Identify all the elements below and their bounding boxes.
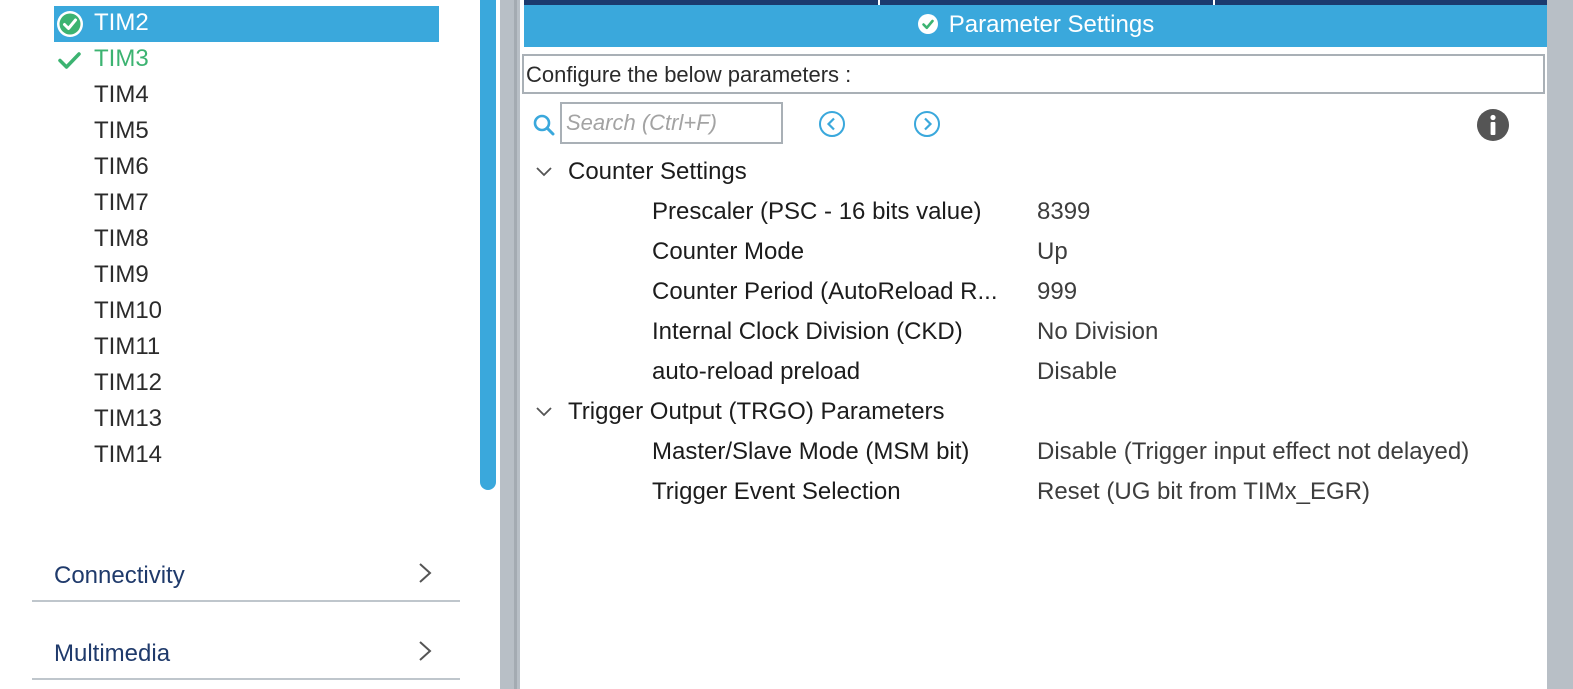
param-name-counter-period: Counter Period (AutoReload R...	[652, 278, 998, 305]
param-name-trigger-event: Trigger Event Selection	[652, 478, 901, 505]
tab-title: Parameter Settings	[948, 11, 1155, 38]
category-connectivity[interactable]: Connectivity	[32, 544, 460, 602]
timer-label: TIM5	[94, 117, 149, 144]
param-name-auto-reload-preload: auto-reload preload	[652, 358, 861, 385]
search-icon	[533, 114, 555, 136]
timer-item-tim12[interactable]: TIM12	[54, 366, 439, 402]
param-value-master-slave-mode[interactable]: Disable (Trigger input effect not delaye…	[1037, 434, 1469, 470]
section-title: Counter Settings	[568, 158, 747, 185]
param-name-master-slave-mode: Master/Slave Mode (MSM bit)	[652, 438, 970, 465]
timer-item-tim13[interactable]: TIM13	[54, 402, 439, 438]
parameter-panel: Parameter Settings Configure the below p…	[520, 0, 1547, 689]
timer-label: TIM10	[94, 297, 163, 324]
sidebar-scrollbar-thumb[interactable]	[480, 0, 496, 490]
timer-item-tim3[interactable]: TIM3	[54, 42, 439, 78]
param-value-trigger-event[interactable]: Reset (UG bit from TIMx_EGR)	[1037, 474, 1370, 510]
section-title: Trigger Output (TRGO) Parameters	[568, 398, 945, 425]
timer-label: TIM7	[94, 189, 149, 216]
splitter[interactable]	[500, 0, 520, 689]
timer-item-tim4[interactable]: TIM4	[54, 78, 439, 114]
right-border	[1547, 0, 1573, 689]
timer-item-tim14[interactable]: TIM14	[54, 438, 439, 474]
configure-label: Configure the below parameters :	[522, 54, 1545, 94]
check-circle-icon	[57, 11, 83, 37]
timer-label: TIM13	[94, 405, 163, 432]
tab-parameter-settings[interactable]: Parameter Settings	[524, 5, 1547, 47]
timer-item-tim11[interactable]: TIM11	[54, 330, 439, 366]
param-value-counter-mode[interactable]: Up	[1037, 234, 1068, 270]
sidebar: TIM2 TIM3 TIM4 TIM5 TIM6 TIM7 TIM8 TIM9 …	[0, 0, 480, 689]
timer-label: TIM9	[94, 261, 149, 288]
checkmark-icon	[58, 52, 81, 69]
timer-item-tim2[interactable]: TIM2	[54, 6, 439, 42]
timer-label: TIM4	[94, 81, 149, 108]
section-counter-settings[interactable]: Counter Settings	[532, 154, 747, 190]
param-name-prescaler: Prescaler (PSC - 16 bits value)	[652, 198, 982, 225]
timer-item-tim10[interactable]: TIM10	[54, 294, 439, 330]
timer-item-tim7[interactable]: TIM7	[54, 186, 439, 222]
arrow-right-circle-icon[interactable]	[913, 110, 941, 138]
timer-item-tim8[interactable]: TIM8	[54, 222, 439, 258]
chevron-right-icon	[419, 641, 432, 661]
timer-item-tim5[interactable]: TIM5	[54, 114, 439, 150]
arrow-left-circle-icon[interactable]	[818, 110, 846, 138]
timer-label: TIM2	[94, 9, 149, 36]
check-circle-icon	[917, 13, 938, 34]
param-value-prescaler[interactable]: 8399	[1037, 194, 1090, 230]
param-name-clock-division: Internal Clock Division (CKD)	[652, 318, 963, 345]
timer-label: TIM6	[94, 153, 149, 180]
category-label: Multimedia	[54, 640, 171, 667]
chevron-down-icon	[536, 407, 552, 417]
timer-label: TIM3	[94, 45, 149, 72]
timer-item-tim9[interactable]: TIM9	[54, 258, 439, 294]
param-value-auto-reload-preload[interactable]: Disable	[1037, 354, 1117, 390]
timer-label: TIM12	[94, 369, 163, 396]
search-input[interactable]	[560, 102, 783, 144]
timer-list: TIM2 TIM3 TIM4 TIM5 TIM6 TIM7 TIM8 TIM9 …	[54, 6, 439, 474]
section-trigger-output[interactable]: Trigger Output (TRGO) Parameters	[532, 394, 945, 430]
timer-item-tim6[interactable]: TIM6	[54, 150, 439, 186]
param-name-counter-mode: Counter Mode	[652, 238, 805, 265]
timer-label: TIM8	[94, 225, 149, 252]
timer-label: TIM11	[94, 333, 161, 360]
info-icon[interactable]	[1476, 108, 1510, 142]
category-multimedia[interactable]: Multimedia	[32, 622, 460, 680]
param-value-clock-division[interactable]: No Division	[1037, 314, 1158, 350]
chevron-right-icon	[419, 563, 432, 583]
param-value-counter-period[interactable]: 999	[1037, 274, 1077, 310]
category-label: Connectivity	[54, 562, 185, 589]
chevron-down-icon	[536, 167, 552, 177]
timer-label: TIM14	[94, 441, 163, 468]
